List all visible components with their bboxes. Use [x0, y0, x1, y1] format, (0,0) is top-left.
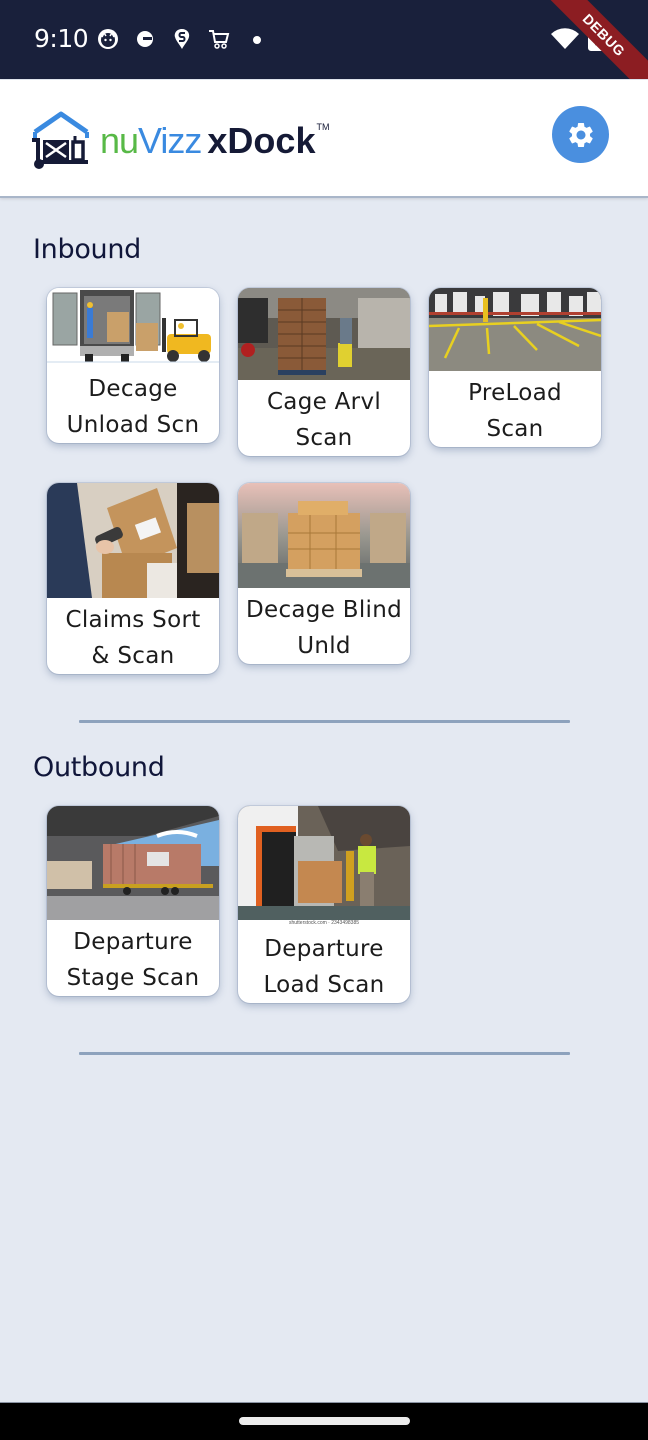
tile-decage-unload-scan[interactable]: Decage Unload Scn [47, 288, 219, 443]
cart-icon [209, 30, 230, 49]
logo-wordmark: nu Vizz xDock TM [100, 120, 329, 162]
app-logo: nu Vizz xDock TM [30, 108, 329, 170]
debug-banner: DEBUG [531, 0, 648, 79]
tile-label: Departure Stage Scan [47, 920, 219, 996]
logo-xdock: xDock [207, 120, 316, 161]
barcode-scanning-image [47, 483, 219, 598]
tile-label-line-2: & Scan [91, 643, 175, 669]
section-divider [79, 720, 570, 723]
tile-label-line-1: Decage [88, 376, 178, 402]
tile-claims-sort-scan[interactable]: Claims Sort & Scan [47, 483, 219, 674]
image-watermark-caption: shutterstock.com · 2343498385 [288, 920, 360, 926]
tile-label-line-2: Unld [297, 633, 351, 659]
gesture-home-handle[interactable] [239, 1417, 410, 1425]
tile-label-line-1: Cage Arvl [266, 389, 382, 415]
truck-unloading-forklift-image [47, 288, 219, 367]
system-navigation-bar [0, 1402, 648, 1440]
logo-vizz: Vizz [138, 120, 202, 161]
tile-label: Claims Sort & Scan [47, 598, 219, 674]
tile-preload-scan[interactable]: PreLoad Scan [429, 288, 601, 447]
gear-icon [568, 122, 593, 147]
status-time: 9:10 [34, 24, 89, 53]
tile-decage-blind-unload[interactable]: Decage Blind Unld [238, 483, 410, 664]
container-truck-image [47, 806, 219, 920]
tile-label-line-2: Unload Scn [66, 412, 200, 438]
swiggy-icon [174, 29, 190, 49]
tile-departure-load-scan[interactable]: shutterstock.com · 2343498385 Departure … [238, 806, 410, 1003]
profile-bubble-icon [137, 31, 153, 47]
logo-nu: nu [100, 120, 139, 161]
tile-label-line-1: Decage Blind [246, 597, 402, 623]
tile-label-line-2: Stage Scan [66, 965, 200, 991]
tile-label-line-2: Scan [295, 425, 353, 451]
tile-label-line-1: Departure [264, 936, 384, 962]
worker-loading-truck-image [238, 806, 410, 920]
pallet-jack-warehouse-image [238, 288, 410, 380]
tile-label-line-1: Claims Sort [65, 607, 201, 633]
logo-trademark: TM [316, 122, 330, 132]
tile-label-line-2: Load Scan [263, 972, 385, 998]
cat-face-icon [98, 29, 118, 49]
section-divider [79, 1052, 570, 1055]
tile-departure-stage-scan[interactable]: Departure Stage Scan [47, 806, 219, 996]
warehouse-logo-icon [32, 111, 89, 169]
tile-label: Departure Load Scan [238, 927, 410, 1003]
app-bar: nu Vizz xDock TM [0, 80, 648, 198]
wifi-icon [551, 28, 579, 49]
tile-label-line-2: Scan [486, 416, 544, 442]
warehouse-floor-image [429, 288, 601, 371]
section-title-inbound: Inbound [33, 234, 141, 265]
tile-label: Decage Unload Scn [47, 367, 219, 443]
tile-label-line-1: Departure [73, 929, 193, 955]
tile-label: Decage Blind Unld [238, 588, 410, 664]
more-dot-icon [253, 36, 261, 44]
settings-button[interactable] [552, 106, 609, 163]
tile-label: Cage Arvl Scan [238, 380, 410, 456]
tile-label: PreLoad Scan [429, 371, 601, 447]
tile-cage-arrival-scan[interactable]: Cage Arvl Scan [238, 288, 410, 456]
tile-label-line-1: PreLoad [468, 380, 562, 406]
pallet-boxes-image [238, 483, 410, 588]
section-title-outbound: Outbound [33, 752, 165, 783]
status-bar: 9:10 DEBUG [0, 0, 648, 79]
